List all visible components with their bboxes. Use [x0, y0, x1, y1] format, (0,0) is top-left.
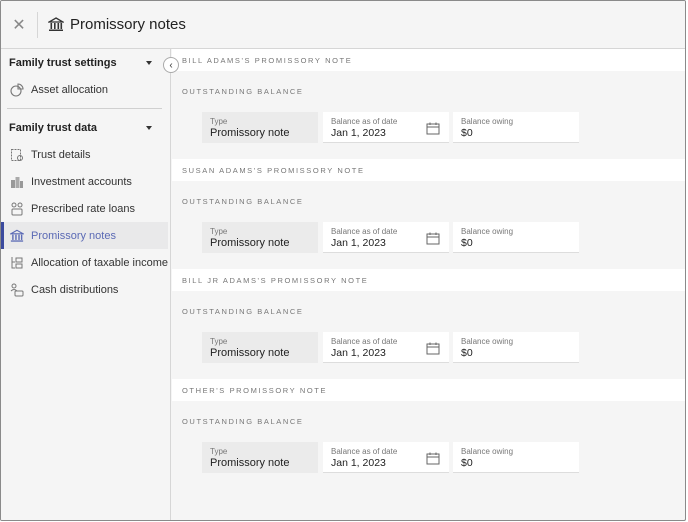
- close-button[interactable]: ✕: [1, 1, 37, 49]
- note-title: OTHER'S PROMISSORY NOTE: [172, 379, 685, 401]
- person-cash-icon: [10, 283, 24, 296]
- section-label: OUTSTANDING BALANCE: [182, 197, 304, 206]
- close-icon: ✕: [12, 16, 26, 34]
- note-body: OUTSTANDING BALANCE Type Promissory note …: [172, 181, 685, 269]
- section-label: Family trust data: [9, 121, 98, 134]
- sidebar-item-label: Investment accounts: [31, 175, 132, 188]
- note-title: BILL JR ADAMS'S PROMISSORY NOTE: [172, 269, 685, 291]
- field-value: Promissory note: [210, 237, 290, 249]
- field-value: Promissory note: [210, 347, 290, 359]
- field-value: Promissory note: [210, 127, 290, 139]
- section-family-trust-data[interactable]: Family trust data: [1, 114, 170, 141]
- note-card: SUSAN ADAMS'S PROMISSORY NOTE OUTSTANDIN…: [172, 159, 685, 269]
- sidebar-item-label: Trust details: [31, 148, 91, 161]
- chevron-left-icon: ‹: [169, 59, 173, 71]
- bank-icon: [48, 17, 64, 31]
- note-card: BILL JR ADAMS'S PROMISSORY NOTE OUTSTAND…: [172, 269, 685, 379]
- note-card: OTHER'S PROMISSORY NOTE OUTSTANDING BALA…: [172, 379, 685, 489]
- type-field: Type Promissory note: [202, 112, 318, 143]
- balance-owing-field[interactable]: Balance owing $0: [453, 332, 579, 363]
- field-value: Jan 1, 2023: [331, 237, 386, 249]
- section-label: OUTSTANDING BALANCE: [182, 87, 304, 96]
- people-money-icon: [11, 202, 23, 215]
- field-value: Jan 1, 2023: [331, 127, 386, 139]
- sidebar-item-cash-distributions[interactable]: Cash distributions: [1, 276, 170, 303]
- balance-date-field[interactable]: Balance as of date Jan 1, 2023: [323, 332, 449, 363]
- field-label: Type: [210, 447, 228, 456]
- field-label: Balance owing: [461, 227, 514, 236]
- document-icon: [11, 148, 23, 161]
- sidebar-item-label: Promissory notes: [31, 229, 116, 242]
- note-body: OUTSTANDING BALANCE Type Promissory note …: [172, 291, 685, 379]
- section-label: OUTSTANDING BALANCE: [182, 417, 304, 426]
- field-label: Balance as of date: [331, 337, 398, 346]
- header: ✕ Promissory notes: [1, 1, 685, 49]
- calendar-icon[interactable]: [426, 452, 440, 465]
- field-value: $0: [461, 457, 473, 469]
- note-title: BILL ADAMS'S PROMISSORY NOTE: [172, 49, 685, 71]
- sidebar-item-investment-accounts[interactable]: Investment accounts: [1, 168, 170, 195]
- field-label: Balance owing: [461, 117, 514, 126]
- type-field: Type Promissory note: [202, 332, 318, 363]
- field-value: $0: [461, 237, 473, 249]
- balance-owing-field[interactable]: Balance owing $0: [453, 442, 579, 473]
- type-field: Type Promissory note: [202, 442, 318, 473]
- sidebar-item-promissory-notes[interactable]: Promissory notes: [1, 222, 168, 249]
- sidebar-item-asset-allocation[interactable]: Asset allocation: [1, 76, 170, 103]
- buildings-icon: [11, 176, 23, 188]
- sidebar-item-label: Asset allocation: [31, 83, 109, 96]
- balance-owing-field[interactable]: Balance owing $0: [453, 222, 579, 253]
- collapse-sidebar-button[interactable]: ‹: [163, 57, 179, 73]
- calendar-icon[interactable]: [426, 232, 440, 245]
- calendar-icon[interactable]: [426, 122, 440, 135]
- field-label: Balance owing: [461, 447, 514, 456]
- note-body: OUTSTANDING BALANCE Type Promissory note …: [172, 71, 685, 159]
- note-title: SUSAN ADAMS'S PROMISSORY NOTE: [172, 159, 685, 181]
- field-label: Balance as of date: [331, 227, 398, 236]
- note-card: BILL ADAMS'S PROMISSORY NOTE OUTSTANDING…: [172, 49, 685, 159]
- field-value: Jan 1, 2023: [331, 457, 386, 469]
- field-label: Balance as of date: [331, 447, 398, 456]
- section-label: Family trust settings: [9, 56, 117, 69]
- sidebar-item-allocation-of-taxable-income[interactable]: Allocation of taxable income: [1, 249, 170, 276]
- sidebar-item-label: Prescribed rate loans: [31, 202, 135, 215]
- main-content: BILL ADAMS'S PROMISSORY NOTE OUTSTANDING…: [172, 49, 685, 520]
- type-field: Type Promissory note: [202, 222, 318, 253]
- sidebar-item-label: Allocation of taxable income: [31, 256, 168, 269]
- caret-down-icon: [146, 125, 152, 130]
- balance-date-field[interactable]: Balance as of date Jan 1, 2023: [323, 442, 449, 473]
- field-label: Balance owing: [461, 337, 514, 346]
- note-body: OUTSTANDING BALANCE Type Promissory note …: [172, 401, 685, 489]
- caret-down-icon: [146, 60, 152, 65]
- pie-chart-icon: [10, 82, 24, 97]
- balance-date-field[interactable]: Balance as of date Jan 1, 2023: [323, 222, 449, 253]
- sidebar: Family trust settings Asset allocation F…: [1, 49, 171, 520]
- balance-date-field[interactable]: Balance as of date Jan 1, 2023: [323, 112, 449, 143]
- field-label: Type: [210, 117, 228, 126]
- calendar-icon[interactable]: [426, 342, 440, 355]
- field-value: $0: [461, 347, 473, 359]
- section-label: OUTSTANDING BALANCE: [182, 307, 304, 316]
- bank-icon: [10, 229, 24, 242]
- balance-owing-field[interactable]: Balance owing $0: [453, 112, 579, 143]
- sidebar-item-prescribed-rate-loans[interactable]: Prescribed rate loans: [1, 195, 170, 222]
- promissory-notes-window: ✕ Promissory notes Family trust settings…: [0, 0, 686, 521]
- field-label: Type: [210, 227, 228, 236]
- field-label: Type: [210, 337, 228, 346]
- title-text: Promissory notes: [70, 16, 186, 33]
- field-value: Promissory note: [210, 457, 290, 469]
- sidebar-item-label: Cash distributions: [31, 283, 119, 296]
- header-divider: [37, 11, 38, 38]
- section-family-trust-settings[interactable]: Family trust settings: [1, 49, 170, 76]
- field-value: $0: [461, 127, 473, 139]
- sidebar-divider: [7, 108, 162, 109]
- allocation-icon: [11, 256, 23, 268]
- sidebar-item-trust-details[interactable]: Trust details: [1, 141, 170, 168]
- page-title: Promissory notes: [48, 16, 186, 33]
- field-label: Balance as of date: [331, 117, 398, 126]
- field-value: Jan 1, 2023: [331, 347, 386, 359]
